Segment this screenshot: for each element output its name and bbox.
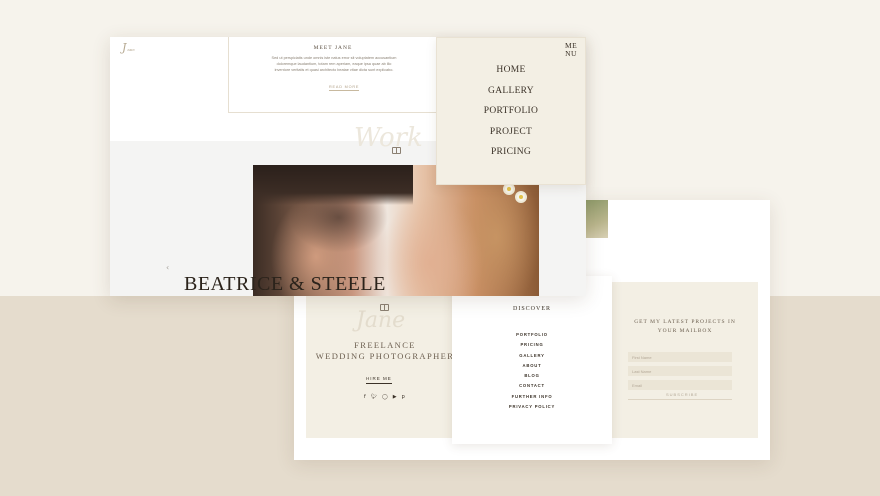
pinterest-icon[interactable]: p <box>402 394 405 400</box>
tagline-line-1: FREELANCE <box>354 340 416 350</box>
discover-link-portfolio[interactable]: PORTFOLIO <box>452 330 612 340</box>
youtube-icon[interactable]: ▶ <box>393 394 397 400</box>
main-nav: HOME GALLERY PORTFOLIO PROJECT PRICING <box>437 60 585 163</box>
menu-toggle-button[interactable]: ME NU <box>565 42 577 57</box>
daisy-icon <box>505 185 513 193</box>
menu-overlay: ME NU HOME GALLERY PORTFOLIO PROJECT PRI… <box>436 37 586 185</box>
nav-item-pricing[interactable]: PRICING <box>437 142 585 163</box>
read-more-link[interactable]: READ MORE <box>329 85 360 91</box>
book-icon <box>380 304 389 311</box>
twitter-icon[interactable]: 🐦︎ <box>371 394 377 400</box>
nav-item-project[interactable]: PROJECT <box>437 122 585 143</box>
newsletter-heading: GET MY LATEST PROJECTS IN YOUR MAILBOX <box>612 318 758 336</box>
last-name-field[interactable] <box>628 366 732 376</box>
facebook-icon[interactable]: f <box>364 394 366 400</box>
daisy-icon <box>517 193 525 201</box>
discover-links: PORTFOLIO PRICING GALLERY ABOUT BLOG CON… <box>452 330 612 412</box>
discover-link-blog[interactable]: BLOG <box>452 371 612 381</box>
discover-menu-card: DISCOVER PORTFOLIO PRICING GALLERY ABOUT… <box>452 276 612 444</box>
discover-link-pricing[interactable]: PRICING <box>452 340 612 350</box>
work-script-heading: Work <box>354 123 423 153</box>
discover-link-privacy-policy[interactable]: PRIVACY POLICY <box>452 402 612 412</box>
nav-item-portfolio[interactable]: PORTFOLIO <box>437 101 585 122</box>
book-icon <box>392 147 401 154</box>
newsletter-heading-line-2: YOUR MAILBOX <box>657 328 713 334</box>
couple-title: BEATRICE & STEELE <box>184 273 386 295</box>
discover-link-further-info[interactable]: FURTHER INFO <box>452 392 612 402</box>
about-text: Sed ut perspiciatis unde omnis iste natu… <box>271 56 397 72</box>
first-name-field[interactable] <box>628 352 732 362</box>
subscribe-divider <box>628 399 732 400</box>
email-field[interactable] <box>628 380 732 390</box>
social-icons: f 🐦︎ ◯ ▶ p <box>364 394 405 400</box>
discover-title: DISCOVER <box>512 306 551 312</box>
hire-me-link[interactable]: HIRE ME <box>366 376 392 384</box>
discover-link-gallery[interactable]: GALLERY <box>452 351 612 361</box>
discover-link-about[interactable]: ABOUT <box>452 361 612 371</box>
nav-item-gallery[interactable]: GALLERY <box>437 81 585 102</box>
instagram-icon[interactable]: ◯ <box>382 394 388 400</box>
chevron-left-icon[interactable]: ‹ <box>166 263 169 272</box>
site-logo[interactable]: Jane <box>122 41 135 54</box>
tagline-line-2: WEDDING PHOTOGRAPHER <box>315 351 455 361</box>
footer-tagline: FREELANCE WEDDING PHOTOGRAPHER <box>314 340 456 362</box>
landscape-photo-edge <box>586 200 608 238</box>
footer-brand-script: Jane <box>356 308 406 333</box>
photo-hair-shadow <box>253 165 413 205</box>
nav-item-home[interactable]: HOME <box>437 60 585 81</box>
subscribe-button[interactable]: SUBSCRIBE <box>666 392 698 397</box>
about-title: MEET JANE <box>313 45 353 51</box>
newsletter-heading-line-1: GET MY LATEST PROJECTS IN <box>634 319 736 325</box>
about-box: MEET JANE Sed ut perspiciatis unde omnis… <box>228 37 438 113</box>
discover-link-contact[interactable]: CONTACT <box>452 381 612 391</box>
